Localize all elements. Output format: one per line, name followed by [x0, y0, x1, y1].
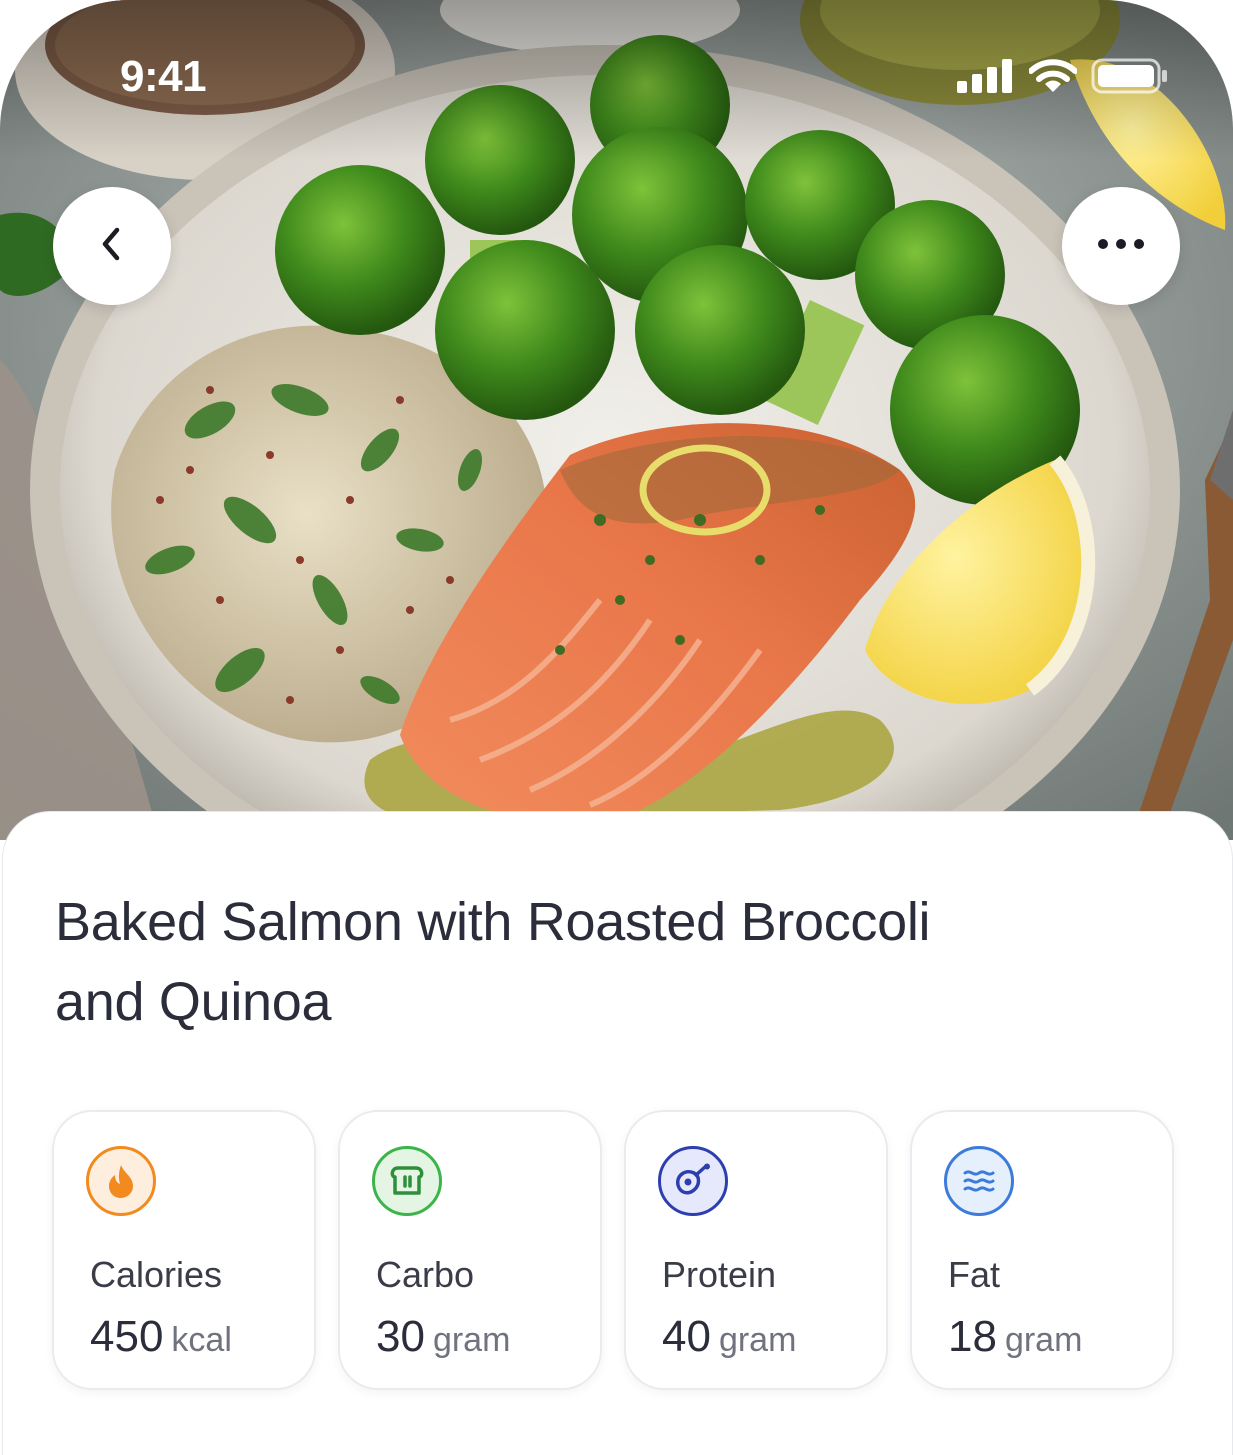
nutrition-amount: 30 — [376, 1312, 425, 1361]
meat-icon — [658, 1146, 728, 1216]
nutrition-cards: Calories 450 kcal Carbo 30 gram Protein … — [52, 1110, 1174, 1390]
nutrition-label: Fat — [948, 1254, 1001, 1295]
flame-icon — [86, 1146, 156, 1216]
status-icons — [957, 58, 1169, 99]
recipe-title: Baked Salmon with Roasted Broccoli and Q… — [55, 892, 931, 1032]
nutrition-card-protein[interactable]: Protein 40 gram — [624, 1110, 888, 1390]
battery-icon — [1091, 58, 1169, 99]
wifi-icon — [1028, 59, 1078, 98]
nutrition-amount: 40 — [662, 1312, 711, 1361]
nutrition-label: Protein — [662, 1254, 777, 1295]
nutrition-amount: 450 — [90, 1312, 164, 1361]
recipe-detail-sheet: Baked Salmon with Roasted Broccoli and Q… — [2, 811, 1233, 1455]
nutrition-unit: gram — [432, 1321, 511, 1359]
cellular-signal-icon — [957, 59, 1015, 98]
back-button[interactable] — [53, 187, 171, 305]
waves-icon — [944, 1146, 1014, 1216]
nutrition-value: 30 gram — [376, 1312, 510, 1362]
nutrition-unit: gram — [1004, 1321, 1083, 1359]
screen: 9:41 Baked Salmon with Roasted Broccoli … — [0, 0, 1233, 1455]
nutrition-unit: gram — [718, 1321, 797, 1359]
more-options-button[interactable] — [1062, 187, 1180, 305]
more-horizontal-icon — [1096, 237, 1146, 256]
nutrition-card-carbo[interactable]: Carbo 30 gram — [338, 1110, 602, 1390]
status-time: 9:41 — [120, 52, 207, 101]
status-bar: 9:41 — [0, 0, 1233, 150]
bread-icon — [372, 1146, 442, 1216]
nutrition-value: 450 kcal — [90, 1312, 232, 1362]
nutrition-card-fat[interactable]: Fat 18 gram — [910, 1110, 1174, 1390]
nutrition-label: Calories — [90, 1254, 223, 1295]
nutrition-unit: kcal — [171, 1321, 232, 1359]
chevron-left-icon — [95, 224, 129, 269]
nutrition-value: 18 gram — [948, 1312, 1082, 1362]
nutrition-card-calories[interactable]: Calories 450 kcal — [52, 1110, 316, 1390]
nutrition-label: Carbo — [376, 1254, 475, 1295]
nutrition-amount: 18 — [948, 1312, 997, 1361]
nutrition-value: 40 gram — [662, 1312, 796, 1362]
